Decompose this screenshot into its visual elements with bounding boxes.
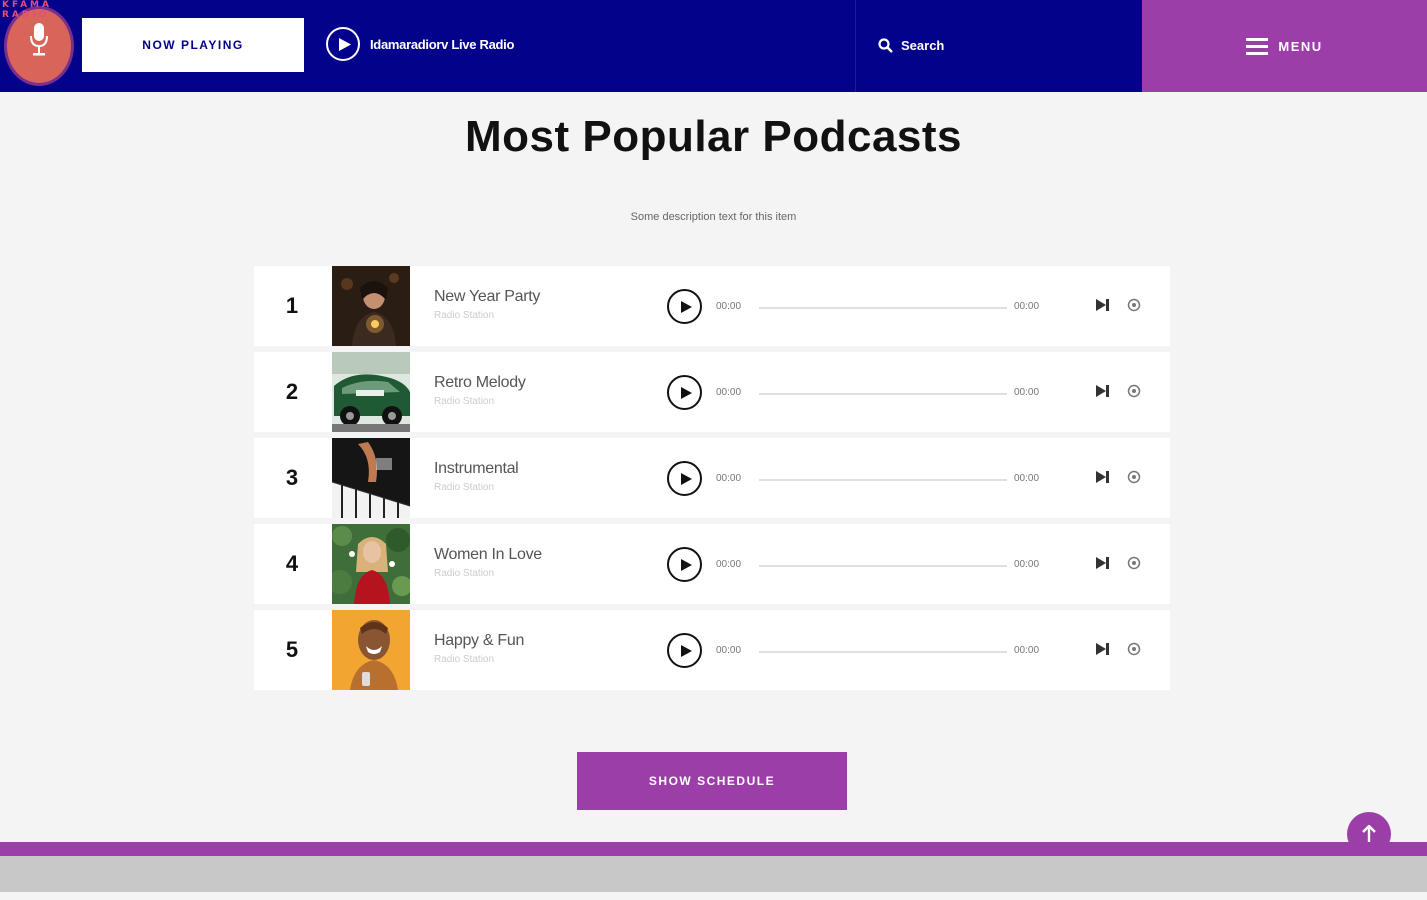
podcast-row: 3 Instrumental Radio Station 00:00 00:00	[254, 438, 1170, 518]
podcast-subtitle: Radio Station	[434, 396, 495, 407]
time-duration: 00:00	[1014, 559, 1040, 570]
podcast-list: 1 New Year Party Radio Station 00:00 00:…	[254, 266, 1170, 696]
search-label: Search	[901, 38, 945, 53]
footer	[0, 856, 1427, 892]
podcast-subtitle: Radio Station	[434, 310, 495, 321]
play-icon	[680, 644, 692, 657]
progress-track[interactable]	[759, 565, 1007, 567]
time-elapsed: 00:00	[716, 301, 742, 312]
skip-forward-icon[interactable]	[1096, 557, 1110, 569]
hamburger-icon	[1246, 37, 1269, 55]
progress-track[interactable]	[759, 307, 1007, 309]
skip-forward-icon[interactable]	[1096, 643, 1110, 655]
skip-forward-icon[interactable]	[1096, 299, 1110, 311]
page-description: Some description text for this item	[630, 211, 797, 223]
time-elapsed: 00:00	[716, 645, 742, 656]
play-button[interactable]	[667, 461, 702, 496]
microphone-icon	[30, 23, 48, 56]
podcast-thumbnail[interactable]	[332, 352, 410, 432]
skip-forward-icon[interactable]	[1096, 385, 1110, 397]
play-icon	[680, 472, 692, 485]
podcast-title[interactable]: Retro Melody	[434, 374, 526, 392]
time-elapsed: 00:00	[716, 387, 742, 398]
footer-accent-bar	[0, 842, 1427, 856]
settings-icon[interactable]	[1127, 384, 1141, 398]
play-button[interactable]	[667, 547, 702, 582]
live-radio-control[interactable]: Idamaradiorv Live Radio	[326, 27, 514, 61]
podcast-title[interactable]: Happy & Fun	[434, 632, 524, 650]
podcast-thumbnail[interactable]	[332, 266, 410, 346]
podcast-thumbnail[interactable]	[332, 524, 410, 604]
page-title: Most Popular Podcasts	[464, 112, 963, 161]
time-duration: 00:00	[1014, 645, 1040, 656]
search-button[interactable]: Search	[878, 38, 944, 53]
header-divider	[855, 0, 856, 92]
settings-icon[interactable]	[1127, 298, 1141, 312]
podcast-row: 2 Retro Melody Radio Station 00:00 00:00	[254, 352, 1170, 432]
logo-text: KFAMA RADIO	[2, 0, 52, 20]
now-playing-button[interactable]: NOW PLAYING	[82, 18, 304, 72]
search-icon	[878, 38, 893, 53]
podcast-title[interactable]: Women In Love	[434, 546, 542, 564]
time-elapsed: 00:00	[716, 473, 742, 484]
site-logo[interactable]: KFAMA RADIO	[0, 0, 80, 92]
show-schedule-button[interactable]: SHOW SCHEDULE	[577, 752, 847, 810]
progress-track[interactable]	[759, 479, 1007, 481]
play-icon	[680, 558, 692, 571]
settings-icon[interactable]	[1127, 470, 1141, 484]
progress-track[interactable]	[759, 651, 1007, 653]
podcast-rank: 2	[285, 379, 299, 404]
podcast-subtitle: Radio Station	[434, 568, 495, 579]
time-elapsed: 00:00	[716, 559, 742, 570]
play-button[interactable]	[667, 289, 702, 324]
podcast-subtitle: Radio Station	[434, 654, 495, 665]
back-to-top-button[interactable]	[1347, 812, 1391, 856]
footer-bottom-strip	[0, 892, 1427, 900]
live-radio-label[interactable]: Idamaradiorv Live Radio	[370, 37, 514, 52]
play-button[interactable]	[667, 375, 702, 410]
progress-track[interactable]	[759, 393, 1007, 395]
podcast-title[interactable]: New Year Party	[434, 288, 540, 306]
skip-forward-icon[interactable]	[1096, 471, 1110, 483]
menu-label: MENU	[1278, 38, 1323, 54]
podcast-thumbnail[interactable]	[332, 610, 410, 690]
podcast-thumbnail[interactable]	[332, 438, 410, 518]
podcast-rank: 4	[285, 551, 299, 576]
site-header: KFAMA RADIO NOW PLAYING Idamaradiorv Liv…	[0, 0, 1427, 92]
play-icon	[680, 386, 692, 399]
podcast-title[interactable]: Instrumental	[434, 460, 519, 478]
podcast-row: 4 Women In Love Radio Station 00:00 00:0…	[254, 524, 1170, 604]
podcast-row: 1 New Year Party Radio Station 00:00 00:…	[254, 266, 1170, 346]
settings-icon[interactable]	[1127, 556, 1141, 570]
podcast-subtitle: Radio Station	[434, 482, 495, 493]
arrow-up-icon	[1362, 825, 1376, 842]
podcast-rank: 5	[285, 637, 299, 662]
podcast-row: 5 Happy & Fun Radio Station 00:00 00:00	[254, 610, 1170, 690]
podcast-rank: 1	[285, 293, 299, 318]
settings-icon[interactable]	[1127, 642, 1141, 656]
play-icon[interactable]	[326, 27, 360, 61]
time-duration: 00:00	[1014, 387, 1040, 398]
time-duration: 00:00	[1014, 301, 1040, 312]
menu-button[interactable]: MENU	[1142, 0, 1427, 92]
time-duration: 00:00	[1014, 473, 1040, 484]
play-button[interactable]	[667, 633, 702, 668]
play-icon	[680, 300, 692, 313]
podcast-rank: 3	[285, 465, 299, 490]
